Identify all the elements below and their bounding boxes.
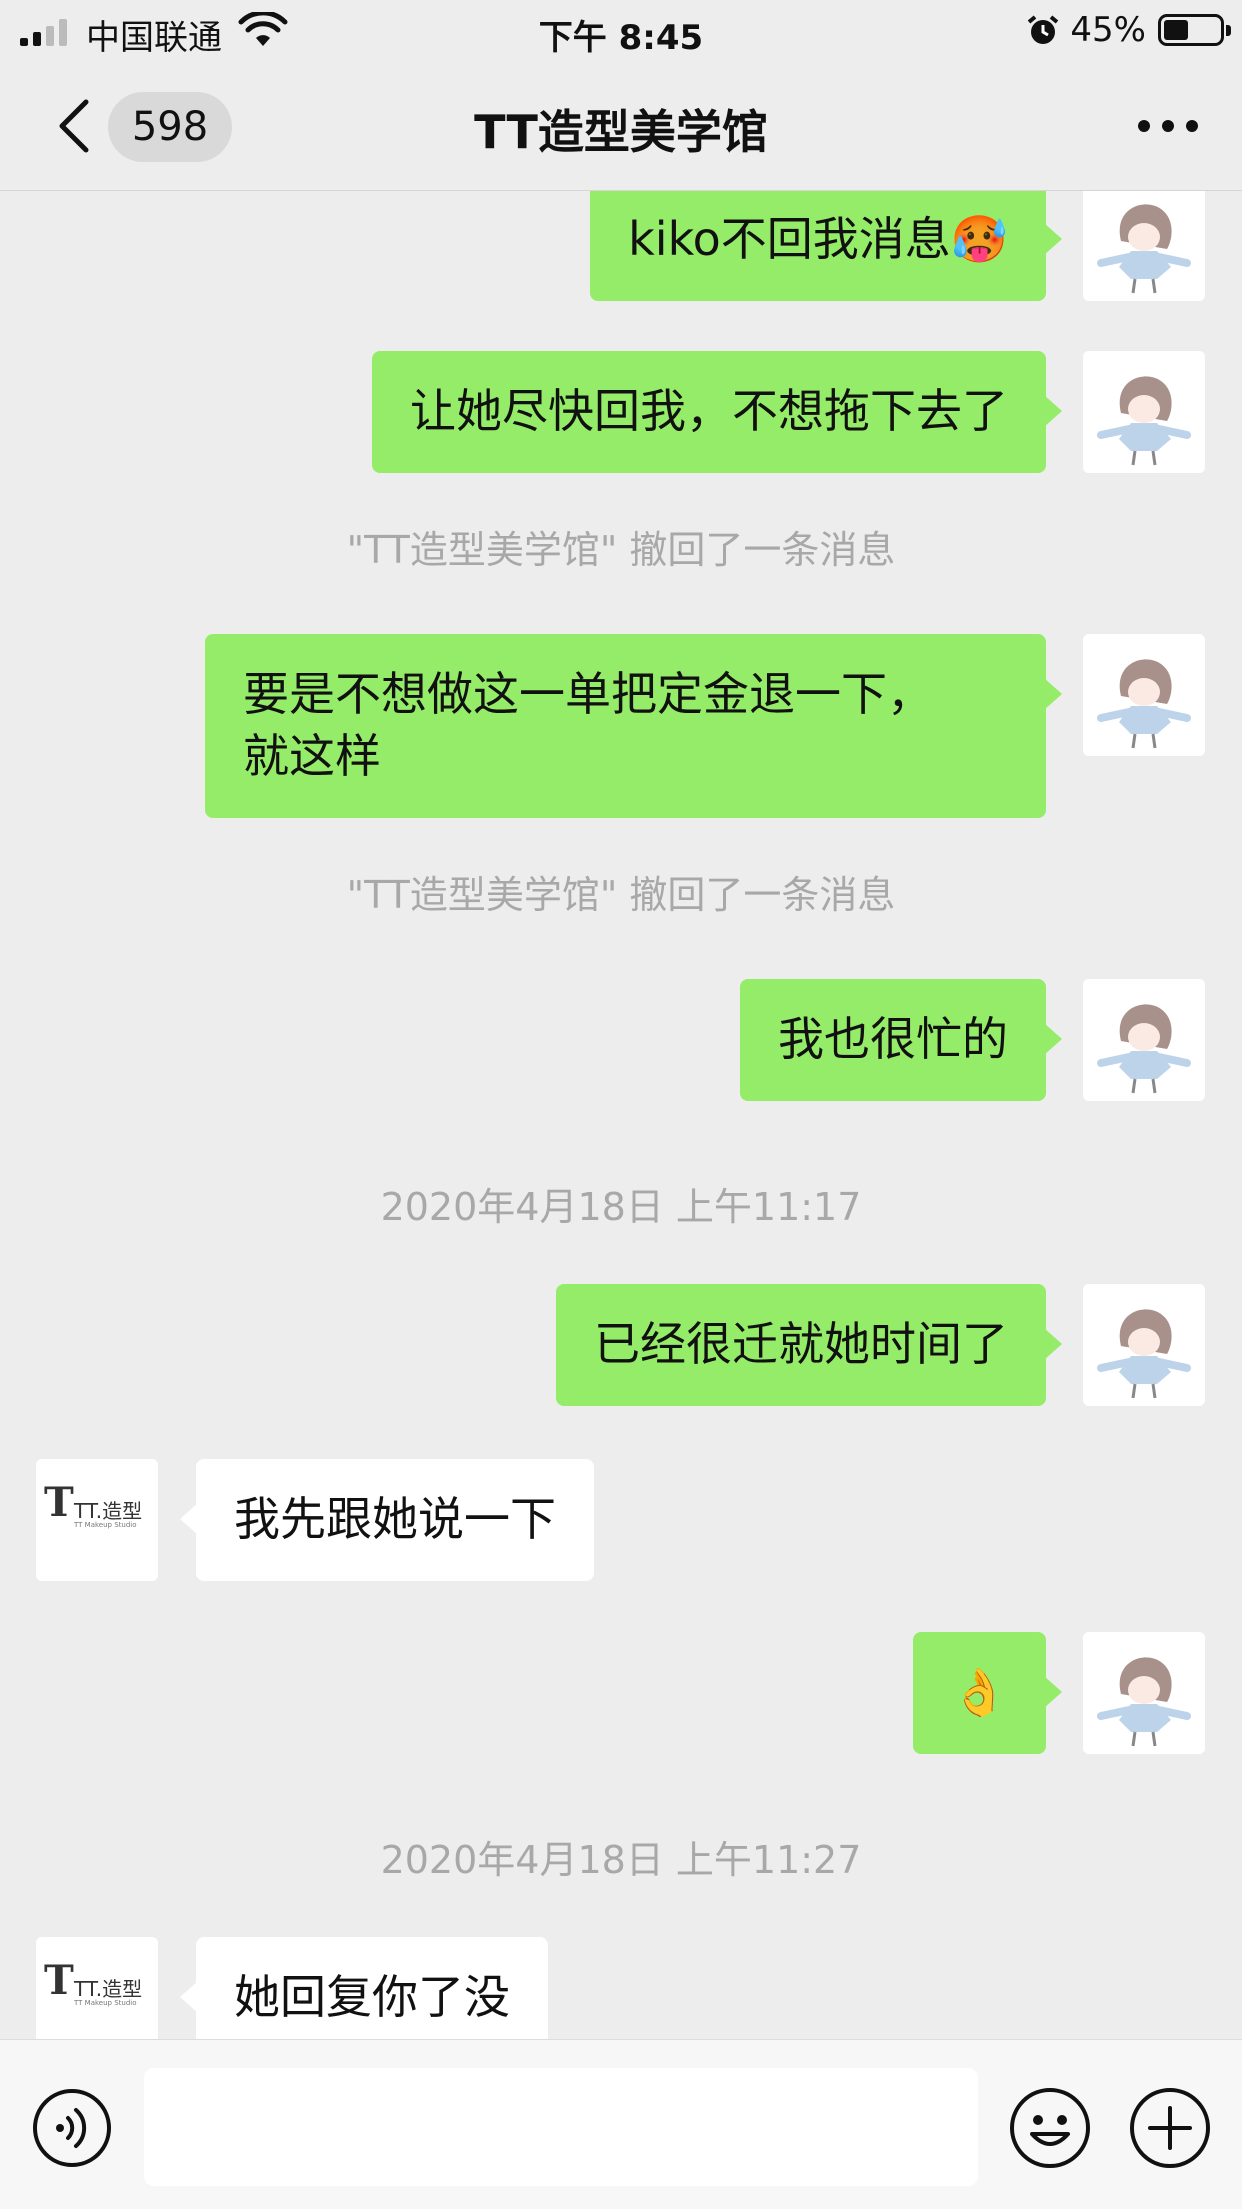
message-row: 要是不想做这一单把定金退一下， 就这样 — [0, 634, 1242, 818]
status-bar: 中国联通 下午 8:45 45% — [0, 0, 1242, 62]
message-input[interactable] — [144, 2068, 978, 2186]
tt-logo-text: TT.造型 — [74, 1499, 143, 1523]
my-avatar[interactable] — [1083, 634, 1205, 756]
anime-girl-avatar-icon — [1083, 1632, 1205, 1754]
my-avatar[interactable] — [1083, 191, 1205, 301]
my-message-bubble[interactable]: 我也很忙的 — [740, 979, 1062, 1101]
contact-avatar[interactable]: T TT.造型 TT Makeup Studio — [36, 1937, 158, 2039]
battery-icon — [1158, 14, 1231, 46]
my-message-bubble[interactable]: 要是不想做这一单把定金退一下， 就这样 — [205, 634, 1062, 818]
anime-girl-avatar-icon — [1083, 1284, 1205, 1406]
message-row: 已经很迁就她时间了 — [0, 1284, 1242, 1406]
recall-notice: "TT造型美学馆" 撤回了一条消息 — [346, 873, 896, 917]
tt-logo-subtext: TT Makeup Studio — [74, 1521, 137, 1529]
anime-girl-avatar-icon — [1083, 191, 1205, 301]
my-avatar[interactable] — [1083, 979, 1205, 1101]
input-bar — [0, 2039, 1242, 2209]
contact-message-bubble[interactable]: 她回复你了没 — [180, 1937, 548, 2039]
message-row: T TT.造型 TT Makeup Studio 我先跟她说一下 — [0, 1459, 1242, 1581]
alarm-icon — [1027, 15, 1059, 44]
voice-icon[interactable] — [32, 2088, 112, 2168]
message-row: T TT.造型 TT Makeup Studio 她回复你了没 — [0, 1937, 1242, 2039]
tt-logo-mark: T — [44, 1479, 74, 1526]
my-avatar[interactable] — [1083, 1284, 1205, 1406]
message-row: 我也很忙的 — [0, 979, 1242, 1101]
anime-girl-avatar-icon — [1083, 634, 1205, 756]
message-row: 让她尽快回我，不想拖下去了 — [0, 351, 1242, 473]
tt-logo-subtext: TT Makeup Studio — [74, 1999, 137, 2007]
anime-girl-avatar-icon — [1083, 351, 1205, 473]
message-list[interactable]: kiko不回我消息🥵 让她尽快回我，不想拖下去了 "TT造型美学馆" 撤回了一条… — [0, 191, 1242, 2039]
chat-title: TT造型美学馆 — [474, 105, 768, 159]
message-row: 👌 — [0, 1632, 1242, 1754]
message-row: kiko不回我消息🥵 — [0, 191, 1242, 301]
more-icon[interactable] — [1138, 120, 1198, 134]
anime-girl-avatar-icon — [1083, 979, 1205, 1101]
tt-logo-mark: T — [44, 1957, 74, 2004]
my-message-bubble[interactable]: 👌 — [912, 1632, 1063, 1754]
contact-message-bubble[interactable]: 我先跟她说一下 — [180, 1459, 594, 1581]
chat-header: 598 TT造型美学馆 — [0, 62, 1242, 191]
battery-percent: 45% — [1070, 10, 1146, 50]
timestamp: 2020年4月18日 上午11:17 — [380, 1185, 862, 1229]
my-message-bubble[interactable]: 让她尽快回我，不想拖下去了 — [372, 351, 1062, 473]
timestamp: 2020年4月18日 上午11:27 — [380, 1838, 862, 1882]
my-message-bubble[interactable]: 已经很迁就她时间了 — [556, 1284, 1062, 1406]
tt-logo-text: TT.造型 — [74, 1977, 143, 2001]
emoji-icon[interactable] — [1008, 2086, 1092, 2170]
recall-notice: "TT造型美学馆" 撤回了一条消息 — [346, 528, 896, 572]
my-avatar[interactable] — [1083, 351, 1205, 473]
my-message-bubble[interactable]: kiko不回我消息🥵 — [590, 191, 1062, 301]
contact-avatar[interactable]: T TT.造型 TT Makeup Studio — [36, 1459, 158, 1581]
my-avatar[interactable] — [1083, 1632, 1205, 1754]
plus-icon[interactable] — [1128, 2086, 1212, 2170]
